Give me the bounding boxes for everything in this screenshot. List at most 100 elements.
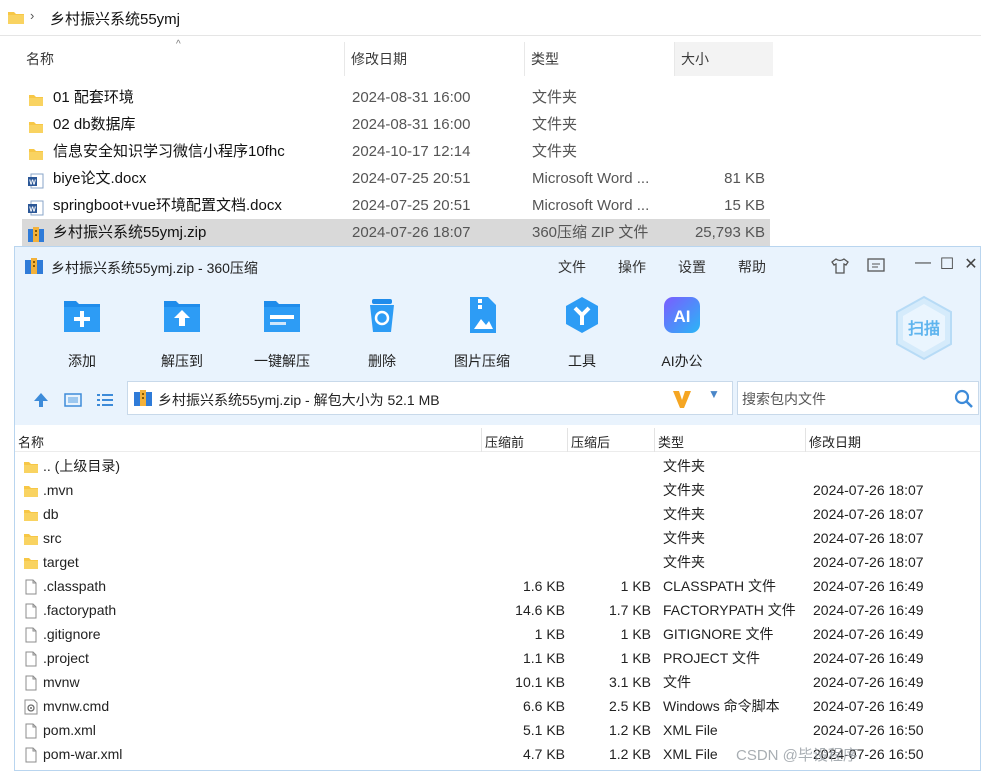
one-click-extract-button-label: 一键解压 xyxy=(254,353,310,369)
tools-button[interactable]: 工具 xyxy=(537,295,627,369)
archive-list-row[interactable]: .gitignore 1 KB 1 KB GITIGNORE 文件 2024-07-26… xyxy=(15,622,980,646)
entry-type: PROJECT 文件 xyxy=(663,650,760,666)
archive-list-row[interactable]: src 文件夹 2024-07-26 18:07 xyxy=(15,526,980,550)
archive-list-row[interactable]: .factorypath 14.6 KB 1.7 KB FACTORYPATH 文件 2… xyxy=(15,598,980,622)
file-modified-date: 2024-08-31 16:00 xyxy=(352,116,471,133)
file-list-row[interactable]: 02 db数据库 2024-08-31 16:00 文件夹 xyxy=(0,111,770,138)
folder-icon xyxy=(23,482,39,498)
address-breadcrumb-bar[interactable]: › 乡村振兴系统55ymj xyxy=(0,0,981,36)
archive-list-row[interactable]: pom.xml 5.1 KB 1.2 KB XML File 2024-07-26 16… xyxy=(15,718,980,742)
entry-size-after: 1 KB xyxy=(620,626,651,642)
column-header-date[interactable]: 修改日期 xyxy=(345,42,525,76)
column-divider[interactable] xyxy=(805,428,806,452)
search-input[interactable] xyxy=(742,388,942,410)
menu-help[interactable]: 帮助 xyxy=(738,257,766,277)
title-bar[interactable]: 乡村振兴系统55ymj.zip - 360压缩 文件 操作 设置 帮助 — ☐ … xyxy=(15,247,980,285)
column-header-packed[interactable]: 压缩前 xyxy=(485,432,524,451)
archive-list-row[interactable]: mvnw.cmd 6.6 KB 2.5 KB Windows 命令脚本 2024-07-… xyxy=(15,694,980,718)
archive-list-row[interactable]: .classpath 1.6 KB 1 KB CLASSPATH 文件 2024-07-… xyxy=(15,574,980,598)
entry-type: 文件夹 xyxy=(663,554,705,570)
column-header-type[interactable]: 类型 xyxy=(658,432,684,451)
archive-search-box[interactable] xyxy=(737,381,979,415)
search-icon[interactable] xyxy=(954,389,974,409)
column-header-size[interactable]: 大小 xyxy=(675,42,773,76)
feedback-icon[interactable] xyxy=(867,258,885,274)
ai-office-button-label: AI办公 xyxy=(661,353,703,369)
archive-path-field[interactable]: 乡村振兴系统55ymj.zip - 解包大小为 52.1 MB ▼ xyxy=(127,381,733,415)
add-icon xyxy=(64,301,100,332)
file-icon xyxy=(23,674,39,691)
file-type: Microsoft Word ... xyxy=(532,170,650,187)
list-view-icon[interactable] xyxy=(95,390,115,410)
breadcrumb-current-folder[interactable]: 乡村振兴系统55ymj xyxy=(50,8,180,29)
file-type: 文件夹 xyxy=(532,143,578,160)
zip-archive-icon xyxy=(25,258,43,274)
entry-name: pom.xml xyxy=(43,722,96,738)
column-header-original[interactable]: 压缩后 xyxy=(571,432,610,451)
word-doc-icon: W xyxy=(28,198,44,216)
file-type: 文件夹 xyxy=(532,116,578,133)
entry-name: .classpath xyxy=(43,578,107,594)
close-icon[interactable]: ✕ xyxy=(960,254,981,274)
file-explorer-window: › 乡村振兴系统55ymj 名称 ^ 修改日期 类型 大小 01 配套环境 202… xyxy=(0,0,981,250)
file-list-row[interactable]: 01 配套环境 2024-08-31 16:00 文件夹 xyxy=(0,84,770,111)
entry-size-after: 1 KB xyxy=(620,650,651,666)
file-size: 81 KB xyxy=(724,170,765,187)
delete-icon xyxy=(370,299,394,332)
up-arrow-icon[interactable] xyxy=(31,390,51,410)
file-list-row[interactable]: Wspringboot+vue环境配置文档.docx 2024-07-25 20:… xyxy=(0,192,770,219)
menu-operations[interactable]: 操作 xyxy=(618,257,646,277)
file-list-row[interactable]: 信息安全知识学习微信小程序10fhc 2024-10-17 12:14 文件夹 xyxy=(0,138,770,165)
entry-modified-date: 2024-07-26 18:07 xyxy=(813,506,924,522)
column-divider[interactable] xyxy=(567,428,568,452)
minimize-icon[interactable]: — xyxy=(912,254,934,272)
address-bar: 乡村振兴系统55ymj.zip - 解包大小为 52.1 MB ▼ xyxy=(15,375,980,425)
ai-office-button[interactable]: AI AI办公 xyxy=(637,295,727,369)
entry-size-before: 6.6 KB xyxy=(522,698,565,714)
file-icon xyxy=(23,650,39,667)
column-header-type[interactable]: 类型 xyxy=(525,42,675,76)
tools-icon xyxy=(566,297,598,333)
delete-button-label: 删除 xyxy=(368,353,396,369)
skin-shirt-icon[interactable] xyxy=(831,257,849,275)
column-header-name[interactable]: 名称 xyxy=(18,432,44,451)
entry-type: 文件夹 xyxy=(663,458,705,474)
menu-file[interactable]: 文件 xyxy=(558,257,586,277)
entry-name: .gitignore xyxy=(43,626,101,642)
entry-size-after: 2.5 KB xyxy=(608,698,651,714)
ai-office-icon: AI xyxy=(664,297,700,333)
archive-list-row[interactable]: .. (上级目录) 文件夹 xyxy=(15,454,980,478)
column-header-name[interactable]: 名称 xyxy=(20,42,345,76)
image-compress-button[interactable]: 图片压缩 xyxy=(437,295,527,369)
extract-to-button[interactable]: 解压到 xyxy=(137,295,227,369)
entry-modified-date: 2024-07-26 18:07 xyxy=(813,482,924,498)
entry-type: GITIGNORE 文件 xyxy=(663,626,774,642)
archive-list-row[interactable]: .project 1.1 KB 1 KB PROJECT 文件 2024-07-26 1… xyxy=(15,646,980,670)
thumbnail-view-icon[interactable] xyxy=(63,390,83,410)
archive-list-row[interactable]: .mvn 文件夹 2024-07-26 18:07 xyxy=(15,478,980,502)
archive-list-row[interactable]: mvnw 10.1 KB 3.1 KB 文件 2024-07-26 16:49 xyxy=(15,670,980,694)
column-divider[interactable] xyxy=(481,428,482,452)
scan-button[interactable]: 扫描 xyxy=(893,295,955,361)
file-list-row[interactable]: 乡村振兴系统55ymj.zip 2024-07-26 18:07 360压缩 ZIP… xyxy=(22,219,770,246)
chevron-down-icon[interactable]: ▼ xyxy=(708,387,720,401)
explorer-column-header: 名称 ^ 修改日期 类型 大小 xyxy=(0,39,775,76)
file-name: 乡村振兴系统55ymj.zip xyxy=(53,224,207,241)
add-button[interactable]: 添加 xyxy=(37,295,127,369)
menu-settings[interactable]: 设置 xyxy=(678,257,706,277)
folder-icon xyxy=(28,117,44,133)
v-logo-icon[interactable] xyxy=(671,388,693,410)
file-size: 15 KB xyxy=(724,197,765,214)
archive-list-row[interactable]: target 文件夹 2024-07-26 18:07 xyxy=(15,550,980,574)
column-divider[interactable] xyxy=(654,428,655,452)
archive-list-row[interactable]: db 文件夹 2024-07-26 18:07 xyxy=(15,502,980,526)
folder-icon xyxy=(23,554,39,570)
maximize-icon[interactable]: ☐ xyxy=(936,254,958,274)
archive-file-list: .. (上级目录) 文件夹 .mvn 文件夹 2024-07-26 18:07 db 文件夹… xyxy=(15,454,980,766)
file-list-row[interactable]: Wbiye论文.docx 2024-07-25 20:51 Microsoft Wo… xyxy=(0,165,770,192)
column-header-date[interactable]: 修改日期 xyxy=(809,432,861,451)
delete-button[interactable]: 删除 xyxy=(337,295,427,369)
one-click-extract-button[interactable]: 一键解压 xyxy=(237,295,327,369)
scan-shield-icon: 扫描 xyxy=(896,295,952,361)
entry-type: XML File xyxy=(663,746,718,762)
